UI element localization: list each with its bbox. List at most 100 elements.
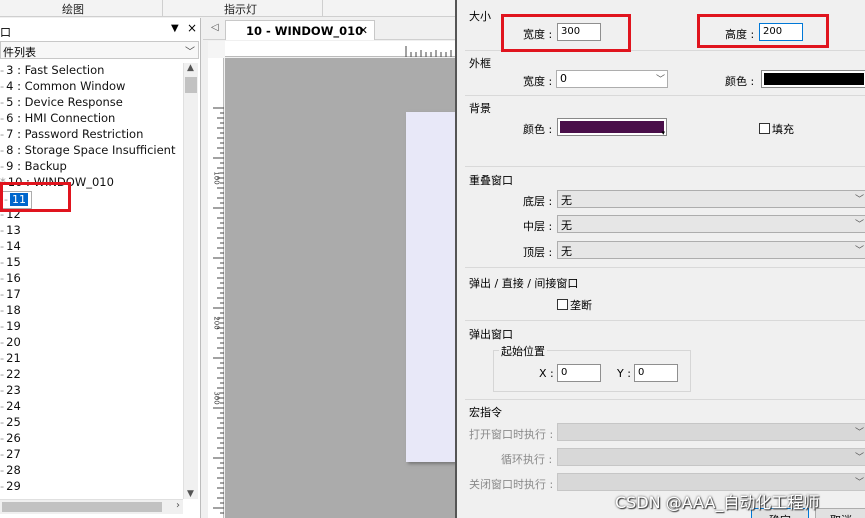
border-width-select[interactable]: 0 ﹀ [556,70,668,88]
list-item[interactable]: -23 [0,383,21,399]
chevron-down-icon: ﹀ [185,47,195,58]
panel-menu-icon[interactable]: ▼ [171,23,179,34]
window-canvas[interactable] [406,112,455,462]
fill-checkbox[interactable]: 填充 [759,121,794,137]
border-color-picker[interactable] [761,70,865,88]
exclusive-checkbox[interactable]: 垄断 [557,297,592,313]
scroll-down-icon[interactable]: ▼ [187,489,194,499]
loop-macro-label: 循环执行 : [501,453,553,466]
tree-branch-icon: - [0,479,5,493]
list-item[interactable]: -27 [0,447,21,463]
loop-macro-select[interactable]: ﹀ [557,448,865,466]
tree-branch-icon: - [0,143,5,157]
list-item[interactable]: -15 [0,255,21,271]
object-list-combo[interactable]: 件列表 ﹀ [0,41,199,59]
list-item[interactable]: -13 [0,223,21,239]
list-item[interactable]: -17 [0,287,21,303]
checkbox-box[interactable] [557,299,568,310]
open-macro-select[interactable]: ﹀ [557,423,865,441]
list-item[interactable]: -21 [0,351,21,367]
x-input[interactable]: 0 [557,364,601,382]
list-item[interactable]: -25 [0,415,21,431]
list-item[interactable]: -4 : Common Window [0,79,125,95]
list-item[interactable]: -29 [0,479,21,495]
select-value: 0 [560,72,567,85]
checkbox-box[interactable] [759,123,770,134]
scroll-right-icon[interactable]: › [176,500,180,511]
color-fill [764,73,864,85]
list-item-label: 15 [6,255,21,269]
tree-branch-icon: - [0,303,5,317]
tree-branch-icon: - [0,63,5,77]
tree-branch-icon: - [0,255,5,269]
cancel-button[interactable]: 取消 [815,508,865,518]
tab-indicator[interactable]: 指示灯 [224,1,257,17]
ruler-label: 300 [212,391,221,405]
list-item[interactable]: -26 [0,431,21,447]
tree-branch-icon: - [0,351,5,365]
vertical-scrollbar[interactable]: ▲ ▼ [183,63,198,499]
chevron-down-icon: ﹀ [854,246,864,256]
tree-branch-icon: - [0,415,5,429]
tab-window-010[interactable]: 10 - WINDOW_010 ✕ [225,20,375,40]
middle-layer-select[interactable]: 无 ﹀ [557,215,865,233]
watermark: CSDN @AAA_自动化工程师 [615,493,820,512]
separator [465,267,865,268]
separator [465,320,865,321]
tree-branch-icon: - [0,95,5,109]
horizontal-scrollbar[interactable]: › [0,499,183,514]
top-layer-label: 顶层 : [523,246,553,259]
tree-branch-icon: - [0,223,5,237]
ruler-ticks [405,46,452,57]
list-item[interactable]: -5 : Device Response [0,95,123,111]
tree-branch-icon: - [0,447,5,461]
separator [465,399,865,400]
top-layer-select[interactable]: 无 ﹀ [557,241,865,259]
overlap-group-label: 重叠窗口 [469,174,513,187]
list-item[interactable]: -3 : Fast Selection [0,63,104,79]
y-input[interactable]: 0 [634,364,678,382]
close-icon[interactable]: × [187,21,197,35]
list-item[interactable]: -18 [0,303,21,319]
tab-drawing[interactable]: 绘图 [62,1,84,17]
open-macro-label: 打开窗口时执行 : [469,428,554,441]
list-item-label: 22 [6,367,21,381]
scrollbar-thumb[interactable] [185,77,197,93]
tab-scroll-left-icon[interactable]: ◁ [211,22,219,33]
scrollbar-thumb[interactable] [2,502,162,512]
background-color-picker[interactable]: ▾ [557,118,667,137]
list-item[interactable]: -19 [0,319,21,335]
list-item[interactable]: -14 [0,239,21,255]
list-item-label: 24 [6,399,21,413]
tab-title: 10 - WINDOW_010 [246,24,364,38]
list-item-label: 18 [6,303,21,317]
list-item[interactable]: -9 : Backup [0,159,67,175]
highlight-box [0,182,71,212]
window-list-panel: 口 ▼ × 件列表 ﹀ -3 : Fast Selection -4 : Comm… [0,18,201,518]
toolbar-divider [322,0,323,17]
tree-branch-icon: - [0,463,5,477]
bottom-layer-select[interactable]: 无 ﹀ [557,190,865,208]
list-item[interactable]: -28 [0,463,21,479]
list-item[interactable]: -24 [0,399,21,415]
scroll-up-icon[interactable]: ▲ [187,63,194,73]
close-icon[interactable]: ✕ [359,24,368,37]
list-item[interactable]: -6 : HMI Connection [0,111,115,127]
highlight-box [697,14,829,48]
list-item[interactable]: -7 : Password Restriction [0,127,143,143]
list-item[interactable]: -20 [0,335,21,351]
list-item[interactable]: -16 [0,271,21,287]
list-item-label: 3 : Fast Selection [6,63,105,77]
list-item-label: 19 [6,319,21,333]
list-item-label: 21 [6,351,21,365]
list-item[interactable]: -8 : Storage Space Insufficient [0,143,175,159]
design-workspace[interactable] [225,58,455,518]
list-item-label: 25 [6,415,21,429]
list-item-label: 26 [6,431,21,445]
list-item-label: 16 [6,271,21,285]
popup-type-group-label: 弹出 / 直接 / 间接窗口 [469,277,579,290]
list-item[interactable]: -22 [0,367,21,383]
ruler-corner [208,41,225,58]
tree-branch-icon: - [0,127,5,141]
panel-titlebar: 口 ▼ × [0,21,201,39]
